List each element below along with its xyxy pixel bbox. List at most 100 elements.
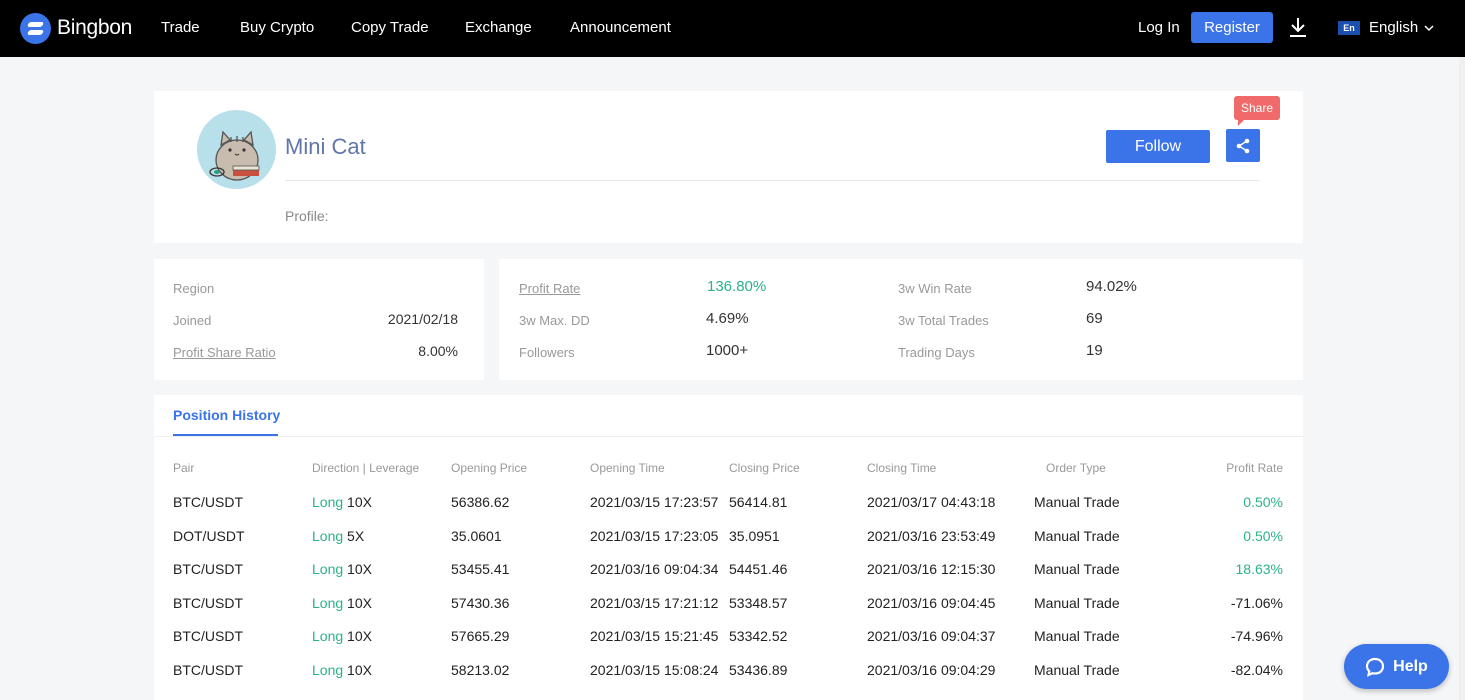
trader-info-card: Region Joined 2021/02/18 Profit Share Ra… <box>154 259 484 380</box>
follow-button[interactable]: Follow <box>1106 130 1210 163</box>
language-selector[interactable]: English <box>1369 19 1418 36</box>
order-type-cell: Manual Trade <box>1034 628 1120 644</box>
total-trades-label: 3w Total Trades <box>898 313 989 328</box>
followers-value: 1000+ <box>706 342 749 359</box>
leverage-label: 10X <box>347 661 372 678</box>
pair-cell: BTC/USDT <box>173 561 243 577</box>
column-header-opening-price: Opening Price <box>451 461 528 475</box>
open-price-cell: 57665.29 <box>451 628 510 644</box>
followers-label: Followers <box>519 345 575 360</box>
open-time-cell: 2021/03/16 09:04:34 <box>590 561 719 577</box>
open-time-cell: 2021/03/15 15:21:45 <box>590 628 719 644</box>
open-time-cell: 2021/03/15 17:23:57 <box>590 494 719 510</box>
open-time-cell: 2021/03/15 17:21:12 <box>590 594 719 611</box>
leverage-label: 10X <box>347 561 372 577</box>
pair-cell: BTC/USDT <box>173 594 243 611</box>
direction-cell: Long 10X <box>312 628 372 644</box>
share-button[interactable] <box>1226 129 1260 162</box>
pair-cell: DOT/USDT <box>173 527 245 544</box>
profit-rate-cell: -82.04% <box>1230 661 1283 678</box>
language-flag-icon[interactable]: En <box>1338 21 1360 35</box>
open-price-cell: 53455.41 <box>451 561 510 577</box>
nav-announcement[interactable]: Announcement <box>570 19 671 36</box>
logo-text: Bingbon <box>57 16 132 39</box>
order-type-cell: Manual Trade <box>1034 494 1120 510</box>
direction-label: Long <box>312 628 344 644</box>
bingbon-logo-icon <box>20 12 51 44</box>
direction-cell: Long 10X <box>312 595 372 611</box>
leverage-label: 10X <box>347 494 372 510</box>
close-time-cell: 2021/03/16 12:15:30 <box>867 561 996 577</box>
nav-exchange[interactable]: Exchange <box>465 19 532 36</box>
position-history-card: Position History Pair Direction | Levera… <box>154 395 1303 700</box>
chevron-down-icon[interactable] <box>1423 22 1435 34</box>
win-rate-value: 94.02% <box>1086 278 1137 295</box>
win-rate-label: 3w Win Rate <box>898 281 972 296</box>
close-price-cell: 53342.52 <box>729 628 788 644</box>
nav-copy-trade[interactable]: Copy Trade <box>351 19 429 36</box>
close-price-cell: 56414.81 <box>729 494 788 510</box>
column-header-opening-time: Opening Time <box>590 461 665 475</box>
close-time-cell: 2021/03/16 09:04:29 <box>867 661 996 678</box>
nav-trade[interactable]: Trade <box>161 19 200 36</box>
profit-rate-link[interactable]: Profit Rate <box>519 281 580 296</box>
profile-label: Profile: <box>285 208 329 224</box>
profit-rate-cell: -71.06% <box>1230 594 1283 611</box>
order-type-cell: Manual Trade <box>1034 594 1120 611</box>
close-time-cell: 2021/03/16 09:04:37 <box>867 628 996 644</box>
joined-label: Joined <box>173 313 212 328</box>
profit-rate-value: 136.80% <box>707 278 767 295</box>
column-header-order-type: Order Type <box>1046 461 1106 475</box>
open-price-cell: 56386.62 <box>451 494 510 510</box>
region-label: Region <box>173 281 215 296</box>
total-trades-value: 69 <box>1086 310 1103 327</box>
trading-days-value: 19 <box>1086 342 1103 359</box>
profit-share-ratio-link[interactable]: Profit Share Ratio <box>173 345 276 360</box>
direction-cell: Long 5X <box>312 528 364 544</box>
direction-cell: Long 10X <box>312 662 372 678</box>
nav-buy-crypto[interactable]: Buy Crypto <box>240 19 314 36</box>
direction-label: Long <box>312 527 344 544</box>
direction-label: Long <box>312 494 344 510</box>
open-time-cell: 2021/03/15 15:08:24 <box>590 661 719 678</box>
close-price-cell: 53436.89 <box>729 661 788 678</box>
open-price-cell: 58213.02 <box>451 661 510 678</box>
help-button[interactable]: Help <box>1344 644 1449 689</box>
divider <box>154 436 1303 437</box>
download-icon[interactable] <box>1288 16 1308 38</box>
column-header-pair: Pair <box>173 461 195 475</box>
close-price-cell: 53348.57 <box>729 594 788 611</box>
share-tooltip: Share <box>1234 96 1280 126</box>
close-time-cell: 2021/03/16 09:04:45 <box>867 594 996 611</box>
register-button[interactable]: Register <box>1191 12 1273 43</box>
trader-name: Mini Cat <box>285 134 366 159</box>
top-navbar: Bingbon Trade Buy Crypto Copy Trade Exch… <box>0 0 1465 57</box>
max-dd-label: 3w Max. DD <box>519 313 590 328</box>
pair-cell: BTC/USDT <box>173 628 243 644</box>
column-header-closing-time: Closing Time <box>867 461 937 475</box>
direction-label: Long <box>312 661 344 678</box>
close-time-cell: 2021/03/16 23:53:49 <box>867 527 996 544</box>
bingbon-logo[interactable]: Bingbon <box>20 12 132 44</box>
column-header-closing-price: Closing Price <box>729 461 800 475</box>
open-time-cell: 2021/03/15 17:23:05 <box>590 527 719 544</box>
trader-stats-card: Profit Rate 136.80% 3w Max. DD 4.69% Fol… <box>499 259 1303 380</box>
pair-cell: BTC/USDT <box>173 494 243 510</box>
tab-position-history[interactable]: Position History <box>173 407 280 423</box>
page-scrollbar[interactable] <box>1459 57 1465 700</box>
profit-share-value: 8.00% <box>418 343 458 359</box>
trading-days-label: Trading Days <box>898 345 975 360</box>
direction-label: Long <box>312 594 344 611</box>
cat-avatar <box>197 110 276 189</box>
pair-cell: BTC/USDT <box>173 661 243 678</box>
profit-rate-cell: 0.50% <box>1243 494 1283 510</box>
divider <box>285 180 1260 181</box>
share-icon <box>1236 138 1250 153</box>
close-time-cell: 2021/03/17 04:43:18 <box>867 494 996 510</box>
column-header-profit-rate: Profit Rate <box>1226 461 1283 475</box>
help-label: Help <box>1393 657 1428 675</box>
joined-value: 2021/02/18 <box>387 311 458 327</box>
leverage-label: 10X <box>347 594 372 611</box>
login-link[interactable]: Log In <box>1138 19 1180 36</box>
direction-cell: Long 10X <box>312 494 372 510</box>
